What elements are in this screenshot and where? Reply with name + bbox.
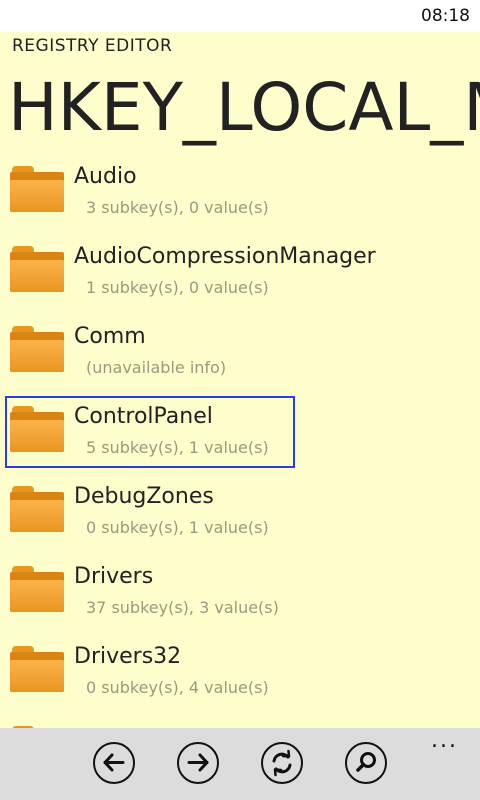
app-title: REGISTRY EDITOR [12,36,173,56]
list-item-partial[interactable] [0,718,480,728]
key-name: AudioCompressionManager [74,244,376,269]
refresh-button[interactable] [261,742,303,784]
key-info: 3 subkey(s), 0 value(s) [86,198,269,217]
folder-icon [10,246,64,292]
key-info: 0 subkey(s), 1 value(s) [86,518,269,537]
key-info: (unavailable info) [86,358,227,377]
folder-icon [10,166,64,212]
back-arrow-icon [103,753,125,772]
folder-icon [10,566,64,612]
key-info: 37 subkey(s), 3 value(s) [86,598,279,617]
folder-icon [10,646,64,692]
forward-button[interactable] [177,742,219,784]
registry-key-list: Audio 3 subkey(s), 0 value(s) AudioCompr… [0,158,480,728]
forward-arrow-icon [187,753,209,772]
key-info: 0 subkey(s), 4 value(s) [86,678,269,697]
selection-highlight [5,396,295,468]
list-item-drivers32[interactable]: Drivers32 0 subkey(s), 4 value(s) [0,638,480,718]
key-name: Drivers32 [74,644,182,669]
refresh-icon [272,749,292,777]
key-name: Audio [74,164,137,189]
more-options-icon[interactable]: ... [431,730,458,752]
list-item-comm[interactable]: Comm (unavailable info) [0,318,480,398]
folder-icon [10,486,64,532]
key-name: Comm [74,324,146,349]
list-item-audio[interactable]: Audio 3 subkey(s), 0 value(s) [0,158,480,238]
list-item-drivers[interactable]: Drivers 37 subkey(s), 3 value(s) [0,558,480,638]
back-button[interactable] [93,742,135,784]
search-button[interactable] [345,742,387,784]
list-item-audiocompressionmanager[interactable]: AudioCompressionManager 1 subkey(s), 0 v… [0,238,480,318]
key-name: Drivers [74,564,154,589]
key-name: DebugZones [74,484,214,509]
search-icon [356,752,376,772]
app-bar: ... [0,728,480,800]
page-title: HKEY_LOCAL_MACHINE [8,69,480,146]
list-item-debugzones[interactable]: DebugZones 0 subkey(s), 1 value(s) [0,478,480,558]
status-time: 08:18 [421,6,470,26]
folder-icon [10,326,64,372]
key-info: 1 subkey(s), 0 value(s) [86,278,269,297]
status-bar: 08:18 [0,0,480,32]
